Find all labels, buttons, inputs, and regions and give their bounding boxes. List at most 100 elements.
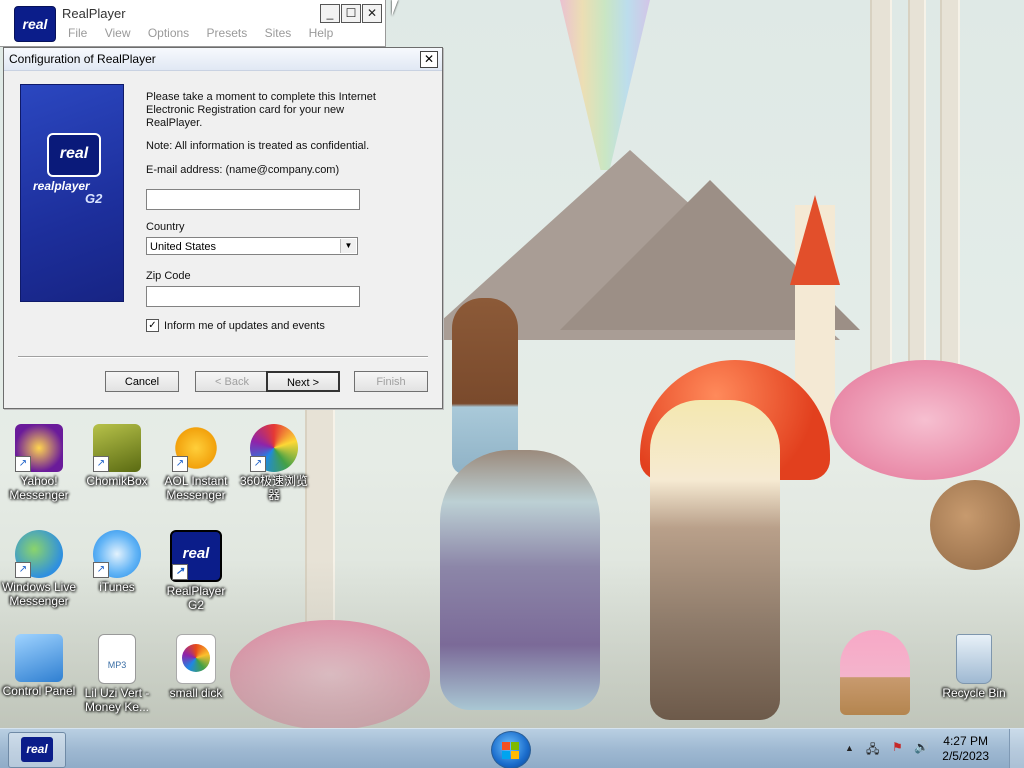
control-panel-icon: [15, 634, 63, 682]
dialog-divider: [18, 356, 428, 358]
realplayer-icon-text: real: [182, 545, 210, 562]
wallpaper-pink-plant: [230, 620, 430, 730]
finish-button[interactable]: Finish: [354, 371, 428, 392]
action-center-flag-icon[interactable]: ⚑: [892, 740, 903, 754]
windows-logo-icon: [502, 751, 510, 759]
updates-checkbox-label: Inform me of updates and events: [164, 320, 325, 332]
desktop-icon-mp3-file[interactable]: MP3 Lil Uzi Vert - Money Ke...: [79, 634, 155, 714]
chevron-down-icon[interactable]: ▼: [340, 239, 356, 253]
volume-icon[interactable]: 🔊: [914, 740, 929, 754]
wallpaper-tree: [870, 0, 892, 420]
close-button[interactable]: ✕: [362, 4, 382, 23]
maximize-button[interactable]: ☐: [341, 4, 361, 23]
desktop-icon-label: small dick: [169, 686, 223, 700]
taskbar: real ▲ 🖧 ⚑ 🔊 4:27 PM 2/5/2023: [0, 728, 1024, 768]
country-select-value: United States: [150, 241, 217, 253]
desktop-icon-control-panel[interactable]: Control Panel: [1, 634, 77, 698]
desktop-icon-label: AOL Instant Messenger: [164, 474, 228, 502]
configuration-dialog: Configuration of RealPlayer ✕ real realp…: [3, 47, 443, 409]
menu-sites[interactable]: Sites: [265, 26, 292, 40]
next-button[interactable]: Next >: [266, 371, 340, 392]
menu-help[interactable]: Help: [309, 26, 334, 40]
zip-label: Zip Code: [146, 270, 191, 282]
realplayer-icon: real: [21, 737, 53, 762]
wallpaper-tree: [940, 0, 960, 400]
desktop-icon-label: Windows Live Messenger: [1, 580, 77, 608]
recycle-bin-icon: [956, 634, 992, 684]
image-file-icon: [176, 634, 216, 684]
clock-date: 2/5/2023: [942, 749, 989, 763]
desktop-icon-label: iTunes: [99, 580, 135, 594]
aim-icon: ↗: [172, 424, 220, 472]
realplayer-main-window: real RealPlayer File View Options Preset…: [0, 0, 386, 47]
wallpaper-mountain: [420, 150, 840, 340]
desktop-icon-label: 360极速浏览器: [239, 474, 309, 502]
wallpaper-rainbow-rays: [560, 0, 650, 170]
updates-checkbox[interactable]: ✓: [146, 319, 159, 332]
wallpaper-mountain-small: [560, 180, 860, 330]
desktop-icon-aim[interactable]: ↗ AOL Instant Messenger: [158, 424, 234, 502]
wallpaper-tree: [908, 0, 926, 390]
country-label: Country: [146, 221, 185, 233]
shortcut-arrow-icon: ↗: [15, 562, 31, 578]
wallpaper-apple-house: [640, 360, 830, 480]
desktop-icon-yahoo-messenger[interactable]: ↗ Yahoo! Messenger: [1, 424, 77, 502]
wallpaper-tree: [305, 360, 335, 730]
desktop-icon-label: ChomikBox: [86, 474, 148, 488]
dialog-titlebar: Configuration of RealPlayer ✕: [4, 48, 442, 71]
taskbar-realplayer-button[interactable]: real: [8, 732, 66, 768]
shortcut-arrow-icon: ↗: [172, 564, 188, 580]
clock-time: 4:27 PM: [943, 734, 988, 748]
desktop-icon-realplayer-g2[interactable]: real ↗ RealPlayer G2: [158, 530, 234, 612]
intro-text: Please take a moment to complete this In…: [146, 91, 376, 129]
shortcut-arrow-icon: ↗: [15, 456, 31, 472]
shortcut-arrow-icon: ↗: [93, 562, 109, 578]
desktop-icon-recycle-bin[interactable]: Recycle Bin: [936, 634, 1012, 700]
country-select[interactable]: United States ▼: [146, 237, 358, 255]
mouse-cursor-icon: [392, 0, 404, 16]
desktop-icon-label: RealPlayer G2: [166, 584, 226, 612]
back-button[interactable]: < Back: [195, 371, 269, 392]
cancel-button[interactable]: Cancel: [105, 371, 179, 392]
chomikbox-icon: ↗: [93, 424, 141, 472]
menu-view[interactable]: View: [105, 26, 131, 40]
clock[interactable]: 4:27 PM 2/5/2023: [942, 734, 989, 764]
desktop-icon-360-browser[interactable]: ↗ 360极速浏览器: [236, 424, 312, 502]
minimize-button[interactable]: _: [320, 4, 340, 23]
yahoo-messenger-icon: ↗: [15, 424, 63, 472]
email-field[interactable]: [146, 189, 360, 210]
dialog-close-button[interactable]: ✕: [420, 51, 438, 68]
shortcut-arrow-icon: ↗: [250, 456, 266, 472]
show-desktop-button[interactable]: [1009, 729, 1024, 768]
menu-options[interactable]: Options: [148, 26, 189, 40]
wallpaper-tower: [795, 205, 835, 435]
dialog-title: Configuration of RealPlayer: [9, 52, 156, 66]
email-label: E-mail address: (name@company.com): [146, 164, 340, 176]
menu-file[interactable]: File: [68, 26, 87, 40]
menu-presets[interactable]: Presets: [207, 26, 248, 40]
brand-wordmark: realplayer: [33, 179, 90, 193]
desktop-icon-label: Lil Uzi Vert - Money Ke...: [84, 686, 150, 714]
start-button[interactable]: [491, 731, 531, 768]
realplayer-logo: real: [14, 6, 56, 42]
confidential-note: Note: All information is treated as conf…: [146, 140, 370, 152]
image-preview-swatch: [182, 644, 210, 672]
wallpaper-cupcake: [840, 630, 910, 715]
windows-logo-icon: [511, 751, 519, 759]
desktop-icon-itunes[interactable]: ↗ iTunes: [79, 530, 155, 594]
real-logo: real: [47, 133, 101, 177]
show-hidden-icons-icon[interactable]: ▲: [845, 743, 854, 753]
wallpaper-pink-fern: [830, 360, 1020, 480]
realplayer-brand-panel: real realplayer G2: [20, 84, 124, 302]
zip-field[interactable]: [146, 286, 360, 307]
brand-version: G2: [85, 191, 103, 206]
desktop-icon-image-file[interactable]: small dick: [158, 634, 234, 700]
network-icon[interactable]: 🖧: [866, 740, 879, 761]
wallpaper-rabbit-character: [650, 400, 780, 720]
mp3-file-icon: MP3: [98, 634, 136, 684]
desktop-icon-chomikbox[interactable]: ↗ ChomikBox: [79, 424, 155, 488]
browser-360-icon: ↗: [250, 424, 298, 472]
desktop-icon-label: Yahoo! Messenger: [9, 474, 69, 502]
shortcut-arrow-icon: ↗: [93, 456, 109, 472]
desktop-icon-windows-live-messenger[interactable]: ↗ Windows Live Messenger: [1, 530, 77, 608]
